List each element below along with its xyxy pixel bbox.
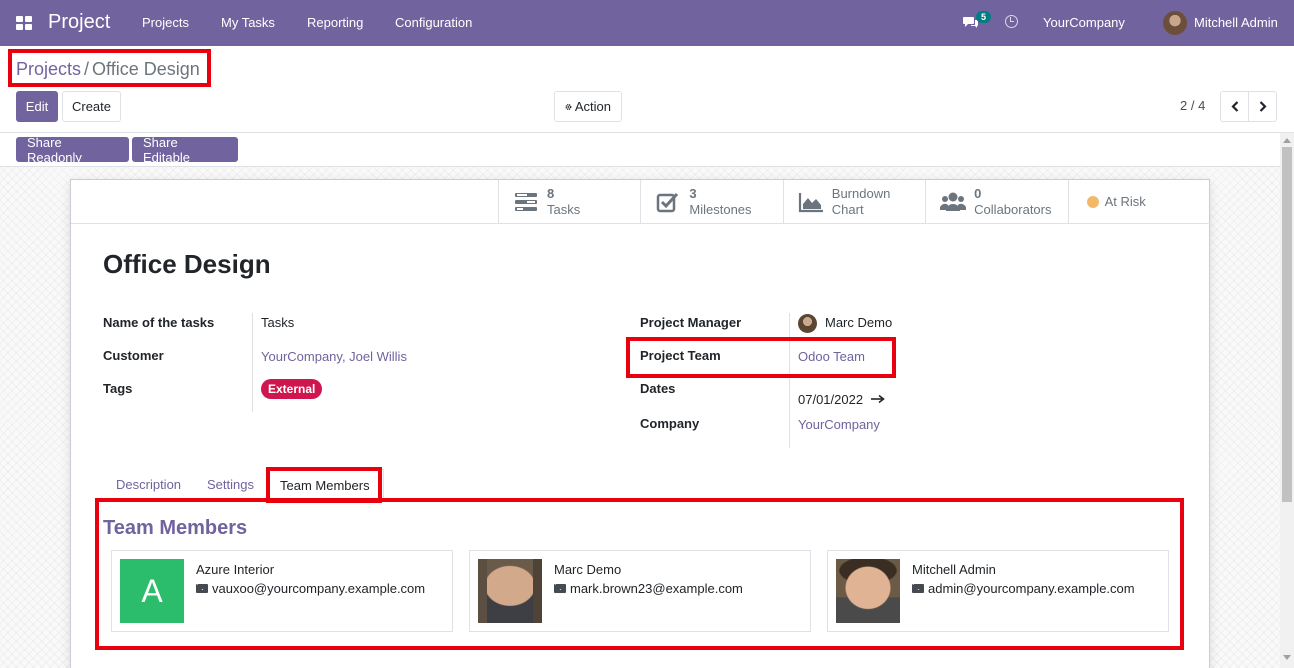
project-manager-label: Project Manager (640, 315, 742, 330)
activity-clock-icon[interactable] (1005, 15, 1018, 28)
menu-projects[interactable]: Projects (142, 15, 189, 30)
menu-configuration[interactable]: Configuration (395, 15, 472, 30)
member-email-text: mark.brown23@example.com (570, 581, 743, 596)
arrow-right-icon (871, 394, 885, 404)
chevron-right-icon (1259, 101, 1267, 112)
menu-reporting[interactable]: Reporting (307, 15, 363, 30)
date-start-value[interactable]: 07/01/2022 (798, 392, 863, 407)
share-readonly-button[interactable]: Share Readonly (16, 135, 129, 165)
menu-my-tasks[interactable]: My Tasks (221, 15, 275, 30)
project-manager-value[interactable]: Marc Demo (825, 315, 892, 330)
breadcrumb-separator: / (84, 59, 90, 79)
control-panel: Projects / Office Design Edit Create Actio… (0, 46, 1294, 133)
project-title[interactable]: Office Design (103, 249, 271, 280)
top-navbar: Project Projects My Tasks Reporting Conf… (0, 0, 1294, 46)
member-card[interactable]: Mitchell Admin admin@yourcompany.example… (827, 550, 1169, 632)
status-smart-button[interactable]: At Risk (1067, 180, 1210, 224)
chevron-left-icon (1230, 101, 1238, 112)
envelope-icon (554, 584, 566, 593)
scroll-thumb[interactable] (1282, 147, 1292, 502)
envelope-icon (912, 584, 924, 593)
pager-previous-button[interactable] (1220, 91, 1249, 122)
notebook-tabs: Description Settings Team Members (103, 469, 1178, 502)
task-name-value: Tasks (261, 315, 295, 330)
tags-label: Tags (103, 381, 133, 396)
collaborators-label: Collaborators (974, 202, 1052, 217)
member-email[interactable]: vauxoo@yourcompany.example.com (196, 581, 425, 596)
app-brand[interactable]: Project (48, 11, 110, 34)
task-name-label: Name of the tasks (103, 315, 215, 330)
member-name: Azure Interior (196, 562, 275, 577)
status-bar: Share Readonly Share Editable (0, 133, 1294, 167)
member-email-text: vauxoo@yourcompany.example.com (212, 581, 426, 596)
chat-count-badge: 5 (976, 11, 992, 23)
tasks-icon (515, 193, 537, 211)
customer-link[interactable]: YourCompany, Joel Willis (261, 349, 407, 364)
company-link[interactable]: YourCompany (798, 417, 880, 432)
apps-menu-icon[interactable] (16, 16, 32, 30)
member-initial: A (141, 572, 163, 609)
member-name: Marc Demo (554, 562, 622, 577)
member-photo (836, 559, 900, 623)
chart-label: Chart (831, 202, 864, 217)
collaborators-smart-button[interactable]: 0 Collaborators (925, 180, 1067, 224)
customer-label: Customer (103, 348, 164, 363)
milestones-count: 3 (689, 186, 697, 201)
company-switcher[interactable]: YourCompany (1043, 15, 1125, 30)
collaborators-count: 0 (974, 186, 982, 201)
right-group-divider (789, 313, 790, 448)
member-email[interactable]: mark.brown23@example.com (554, 581, 743, 596)
manager-avatar (798, 314, 817, 333)
share-editable-button[interactable]: Share Editable (132, 135, 238, 165)
milestones-label: Milestones (689, 202, 752, 217)
pager-next-button[interactable] (1248, 91, 1277, 122)
check-square-icon (657, 192, 679, 213)
tasks-label: Tasks (547, 202, 581, 217)
member-card[interactable]: Marc Demo mark.brown23@example.com (469, 550, 811, 632)
action-button[interactable]: Action (554, 91, 622, 122)
page-scrollbar[interactable] (1280, 133, 1294, 668)
tab-team-members[interactable]: Team Members (266, 469, 384, 502)
area-chart-icon (798, 193, 823, 213)
burndown-label: Burndown (831, 186, 891, 201)
member-card[interactable]: A Azure Interior vauxoo@yourcompany.exam… (111, 550, 453, 632)
envelope-icon (196, 584, 208, 593)
milestones-smart-button[interactable]: 3 Milestones (640, 180, 782, 224)
breadcrumb-current: Office Design (92, 59, 200, 79)
team-members-heading: Team Members (103, 517, 248, 539)
breadcrumb-projects-link[interactable]: Projects (16, 59, 81, 79)
scroll-up-arrow-icon[interactable] (1283, 138, 1291, 143)
member-email[interactable]: admin@yourcompany.example.com (912, 581, 1135, 596)
button-box-divider (71, 180, 498, 224)
tab-description[interactable]: Description (103, 469, 194, 502)
tasks-smart-button[interactable]: 8 Tasks (498, 180, 640, 224)
create-button[interactable]: Create (62, 91, 121, 122)
project-team-link[interactable]: Odoo Team (798, 349, 865, 364)
dates-label: Dates (640, 381, 676, 396)
company-label: Company (640, 416, 700, 431)
gear-icon (565, 103, 572, 110)
user-avatar[interactable] (1163, 11, 1187, 35)
users-icon (940, 192, 967, 211)
user-menu[interactable]: Mitchell Admin (1194, 15, 1278, 30)
member-name: Mitchell Admin (912, 562, 996, 577)
status-dot-icon (1086, 196, 1099, 208)
edit-button[interactable]: Edit (16, 91, 58, 122)
form-sheet: 8 Tasks 3 Milestones Burndown Chart 0 Collab… (70, 179, 1210, 668)
burndown-chart-smart-button[interactable]: Burndown Chart (782, 180, 925, 224)
member-initial-avatar: A (120, 559, 184, 623)
left-group-divider (252, 313, 253, 412)
project-team-label: Project Team (640, 348, 721, 363)
scroll-down-arrow-icon[interactable] (1283, 655, 1291, 660)
tag-badge[interactable]: External (261, 379, 323, 399)
tab-settings[interactable]: Settings (194, 469, 267, 502)
member-email-text: admin@yourcompany.example.com (928, 581, 1135, 596)
member-photo (478, 559, 542, 623)
smart-button-box: 8 Tasks 3 Milestones Burndown Chart 0 Collab… (498, 180, 1210, 224)
breadcrumb: Projects / Office Design (16, 59, 200, 80)
pager-value[interactable]: 2 / 4 (1180, 98, 1205, 113)
action-label: Action (574, 99, 611, 114)
tasks-count: 8 (547, 186, 555, 201)
status-label: At Risk (1104, 194, 1146, 209)
